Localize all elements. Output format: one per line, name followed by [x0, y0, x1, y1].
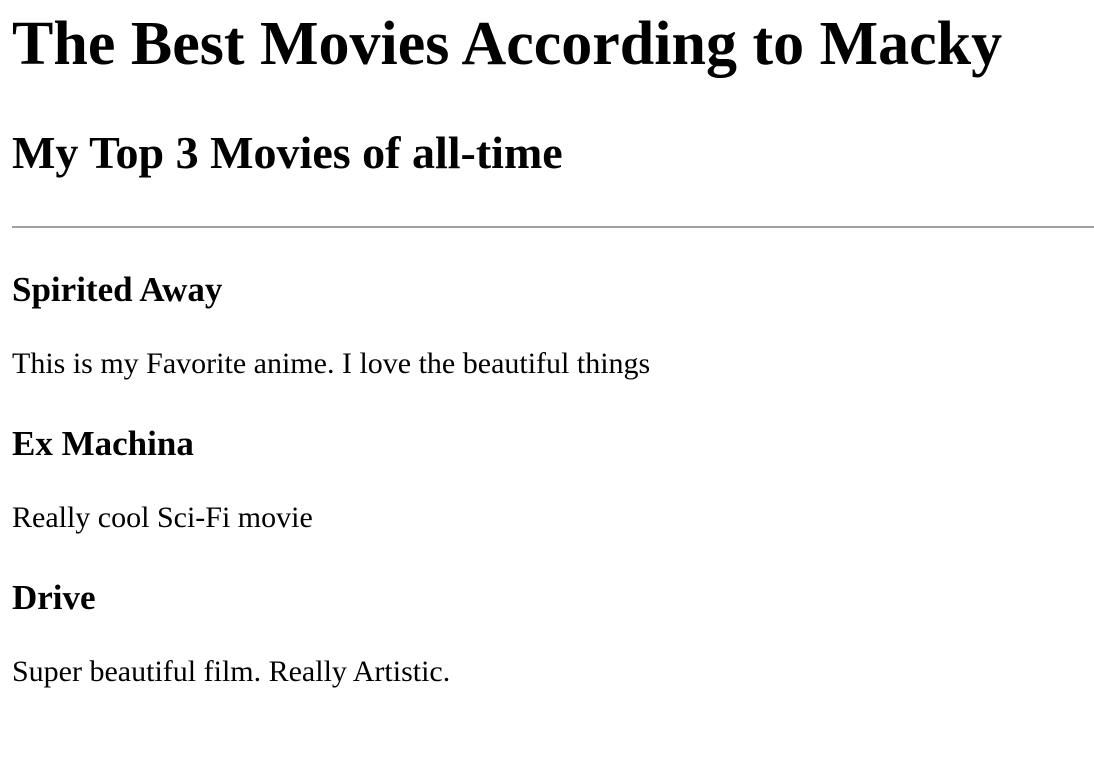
movie-description: This is my Favorite anime. I love the be…: [12, 347, 651, 380]
page-subtitle: My Top 3 Movies of all-time: [12, 127, 563, 178]
page-content: The Best Movies According to Macky My To…: [0, 8, 1094, 690]
list-item: Drive Super beautiful film. Really Artis…: [12, 578, 1094, 690]
movie-description: Really cool Sci-Fi movie: [12, 501, 313, 534]
movie-title: Drive: [12, 578, 96, 617]
movie-description: Super beautiful film. Really Artistic.: [12, 655, 451, 688]
movie-list: Spirited Away This is my Favorite anime.…: [12, 270, 1094, 690]
section-divider: [12, 226, 1094, 228]
list-item: Ex Machina Really cool Sci-Fi movie: [12, 424, 1094, 536]
movie-title: Spirited Away: [12, 270, 223, 309]
movie-title: Ex Machina: [12, 424, 194, 463]
page-title: The Best Movies According to Macky: [12, 10, 1003, 78]
list-item: Spirited Away This is my Favorite anime.…: [12, 270, 1094, 382]
